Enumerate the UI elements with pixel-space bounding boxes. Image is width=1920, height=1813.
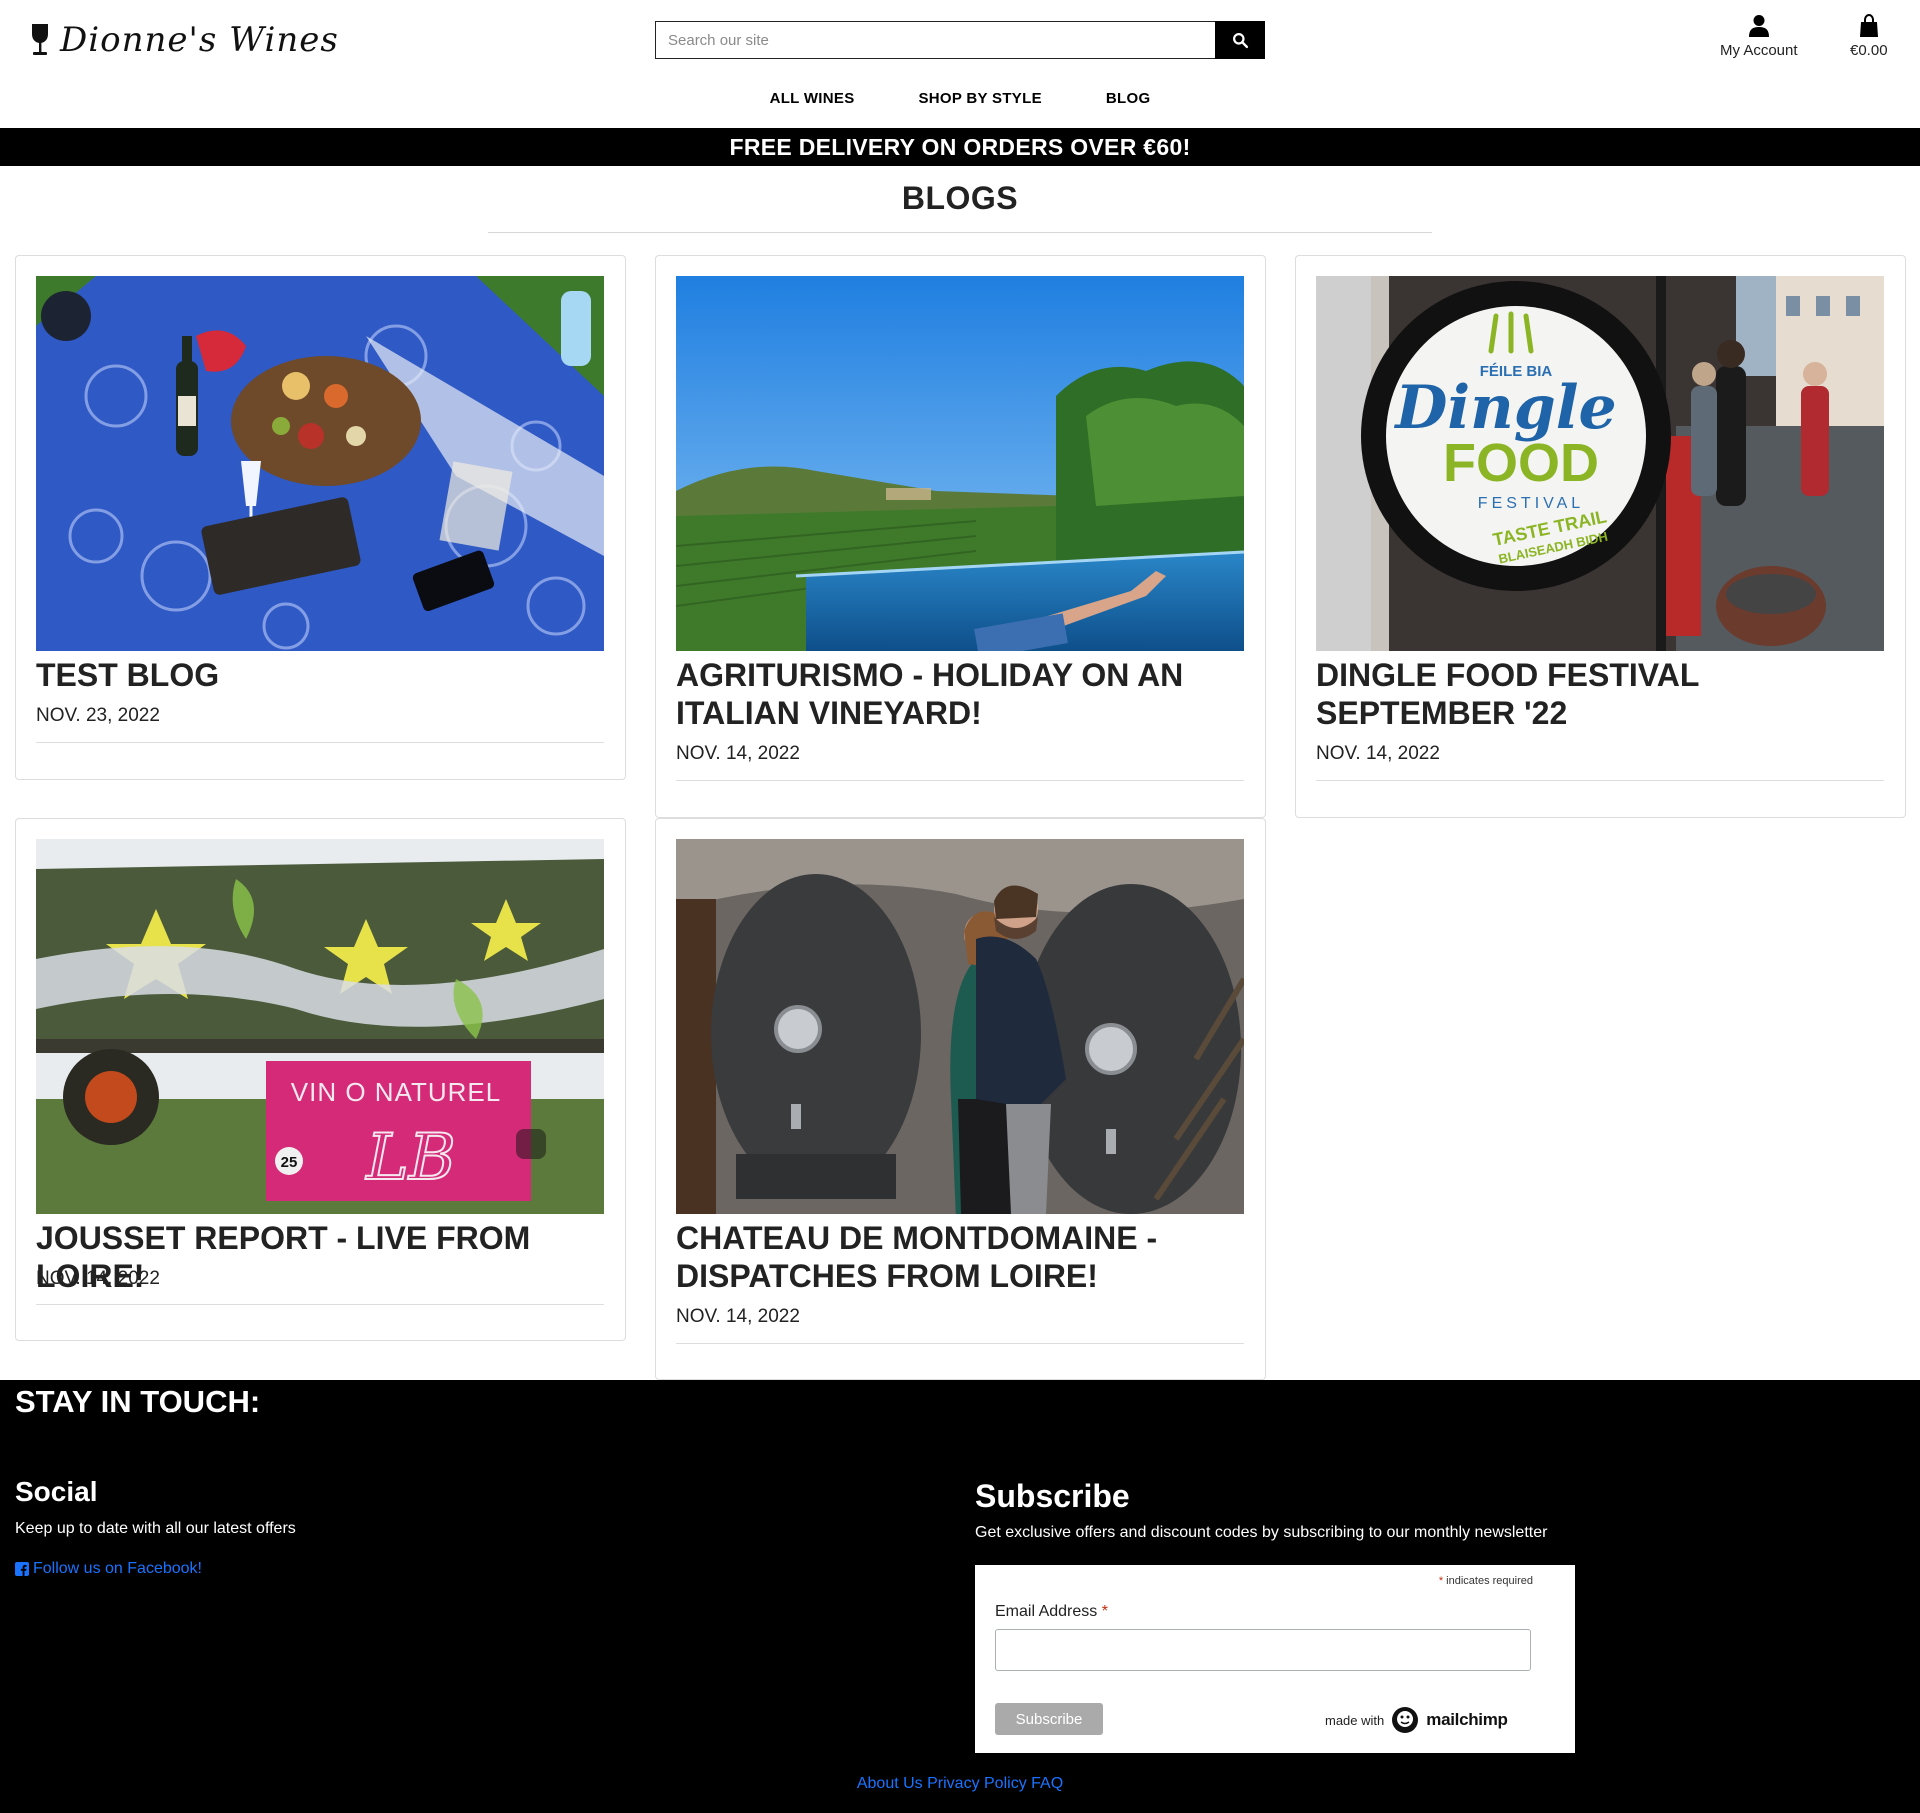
email-required-asterisk: *: [1101, 1603, 1108, 1620]
mailchimp-wordmark: mailchimp: [1426, 1710, 1508, 1729]
picnic-photo: [36, 276, 604, 651]
blog-card[interactable]: TEST BLOG NOV. 23, 2022: [15, 255, 626, 780]
card-divider: [676, 1343, 1244, 1344]
blog-card-title[interactable]: AGRITURISMO - HOLIDAY ON AN ITALIAN VINE…: [676, 656, 1244, 732]
main-nav: ALL WINES SHOP BY STYLE BLOG: [0, 90, 1920, 107]
card-divider: [676, 780, 1244, 781]
social-text: Keep up to date with all our latest offe…: [15, 1520, 296, 1537]
mailchimp-icon: [1392, 1707, 1419, 1733]
blog-card-image[interactable]: [676, 276, 1244, 651]
footer-link-faq[interactable]: FAQ: [1031, 1775, 1063, 1792]
nav-blog[interactable]: BLOG: [1106, 90, 1151, 107]
blog-card-image[interactable]: [676, 839, 1244, 1214]
footer-link-about[interactable]: About Us: [857, 1775, 923, 1792]
blog-card-date: NOV. 14, 2022: [36, 1268, 160, 1289]
email-field[interactable]: [995, 1629, 1531, 1671]
brand-logo[interactable]: Dionne's Wines: [28, 20, 339, 60]
social-heading: Social: [15, 1476, 98, 1507]
blog-card[interactable]: AGRITURISMO - HOLIDAY ON AN ITALIAN VINE…: [655, 255, 1266, 818]
blog-card-image[interactable]: FÉILE BIA Dingle FOOD FESTIVAL TASTE TRA…: [1316, 276, 1884, 651]
dingle-festival-photo: FÉILE BIA Dingle FOOD FESTIVAL TASTE TRA…: [1316, 276, 1884, 651]
site-header: Dionne's Wines My Account €0.00 ALL WINE…: [0, 0, 1920, 128]
facebook-link[interactable]: Follow us on Facebook!: [15, 1560, 202, 1578]
blog-card-date: NOV. 14, 2022: [676, 743, 800, 764]
wine-glass-icon: [32, 24, 48, 55]
blog-card-date: NOV. 14, 2022: [676, 1306, 800, 1327]
cellar-tanks-photo: [676, 839, 1244, 1214]
delivery-banner-text: FREE DELIVERY ON ORDERS OVER €60!: [729, 133, 1191, 160]
mailchimp-badge[interactable]: made with mailchimp: [1325, 1705, 1508, 1735]
blog-card-image[interactable]: [36, 276, 604, 651]
delivery-banner: FREE DELIVERY ON ORDERS OVER €60!: [0, 128, 1920, 166]
blog-card-date: NOV. 14, 2022: [1316, 743, 1440, 764]
made-with-label: made with: [1325, 1712, 1385, 1728]
facebook-icon: [15, 1562, 29, 1576]
vineyard-pool-photo: [676, 276, 1244, 651]
card-divider: [1316, 780, 1884, 781]
blog-card-title[interactable]: DINGLE FOOD FESTIVAL SEPTEMBER '22: [1316, 656, 1884, 732]
nav-shop-by-style[interactable]: SHOP BY STYLE: [919, 90, 1042, 107]
search-input[interactable]: [655, 21, 1215, 59]
shopping-bag-icon: [1859, 14, 1878, 37]
blog-card-title[interactable]: CHATEAU DE MONTDOMAINE - DISPATCHES FROM…: [676, 1219, 1244, 1295]
search-button[interactable]: [1215, 21, 1265, 59]
blog-card-image[interactable]: VIN O NATUREL LB 25: [36, 839, 604, 1214]
required-asterisk: *: [1438, 1575, 1444, 1587]
brand-name: Dionne's Wines: [60, 20, 339, 60]
nav-all-wines[interactable]: ALL WINES: [770, 90, 855, 107]
footer-links: About Us Privacy Policy FAQ: [0, 1775, 1920, 1793]
dingle-sign-line4: FESTIVAL: [1478, 495, 1584, 512]
painted-trailer-photo: VIN O NATUREL LB 25: [36, 839, 604, 1214]
subscribe-text: Get exclusive offers and discount codes …: [975, 1524, 1548, 1541]
blog-card[interactable]: VIN O NATUREL LB 25 JOUSSET REPORT - LIV…: [15, 818, 626, 1341]
required-note: * indicates required: [1438, 1575, 1533, 1587]
card-divider: [36, 1304, 604, 1305]
search-form: [655, 21, 1265, 59]
facebook-link-label: Follow us on Facebook!: [33, 1560, 202, 1577]
newsletter-form: * indicates required Email Address * Sub…: [975, 1565, 1575, 1753]
subscribe-button[interactable]: Subscribe: [995, 1703, 1103, 1735]
trailer-text-line2: LB: [365, 1121, 456, 1195]
subscribe-heading: Subscribe: [975, 1478, 1130, 1514]
blog-card[interactable]: CHATEAU DE MONTDOMAINE - DISPATCHES FROM…: [655, 818, 1266, 1380]
dingle-sign-line3: FOOD: [1443, 433, 1599, 493]
card-divider: [36, 742, 604, 743]
blog-card[interactable]: FÉILE BIA Dingle FOOD FESTIVAL TASTE TRA…: [1295, 255, 1906, 818]
footer-heading: STAY IN TOUCH:: [15, 1384, 261, 1419]
blog-card-date: NOV. 23, 2022: [36, 705, 160, 726]
my-account-label: My Account: [1720, 42, 1798, 59]
search-icon: [1232, 32, 1248, 48]
footer-link-privacy[interactable]: Privacy Policy: [927, 1775, 1027, 1792]
title-divider: [488, 232, 1432, 233]
shopping-bag-link[interactable]: €0.00: [1850, 14, 1888, 59]
email-label: Email Address *: [995, 1603, 1108, 1620]
my-account-link[interactable]: My Account: [1720, 14, 1798, 59]
site-footer: STAY IN TOUCH: Social Keep up to date wi…: [0, 1380, 1920, 1813]
trailer-badge: 25: [281, 1154, 298, 1171]
page-title: BLOGS: [901, 180, 1019, 216]
blog-card-title[interactable]: TEST BLOG: [36, 656, 604, 694]
user-icon: [1748, 15, 1769, 37]
bag-total: €0.00: [1850, 42, 1888, 59]
trailer-text-line1: VIN O NATUREL: [291, 1077, 501, 1107]
